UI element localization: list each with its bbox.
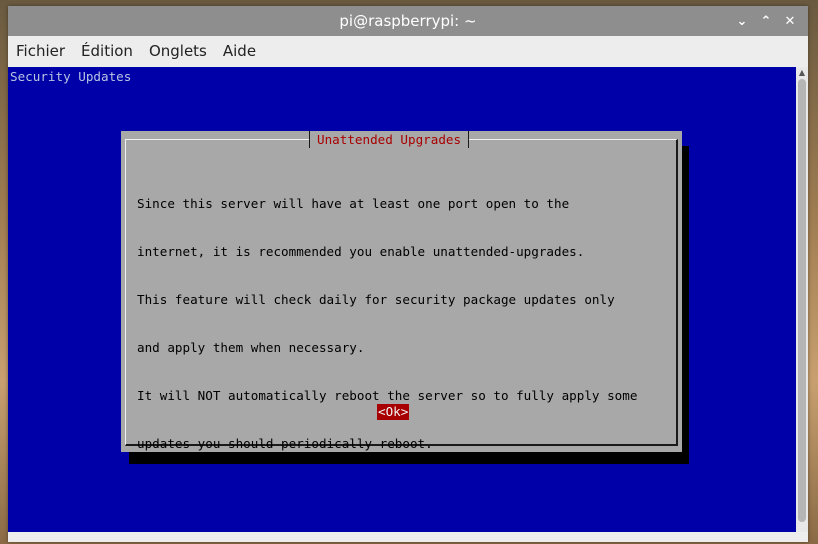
backtitle: Security Updates <box>10 69 132 84</box>
scrollbar[interactable]: ▲ <box>796 67 808 532</box>
menu-bar: Fichier Édition Onglets Aide <box>8 36 808 66</box>
maximize-button[interactable]: ⌃ <box>754 6 778 36</box>
scroll-up-arrow-icon[interactable]: ▲ <box>798 69 806 77</box>
dialog-message: Since this server will have at least one… <box>137 164 677 484</box>
unattended-upgrades-dialog: Unattended Upgrades Since this server wi… <box>121 131 682 452</box>
scroll-thumb[interactable] <box>798 79 806 522</box>
menu-onglets[interactable]: Onglets <box>141 36 215 66</box>
title-bar[interactable]: pi@raspberrypi: ~ ⌄ ⌃ ✕ <box>8 6 808 36</box>
message-line: and apply them when necessary. <box>137 340 365 355</box>
minimize-button[interactable]: ⌄ <box>730 6 754 36</box>
window-controls: ⌄ ⌃ ✕ <box>730 6 802 36</box>
message-line: internet, it is recommended you enable u… <box>137 244 585 259</box>
message-line: This feature will check daily for securi… <box>137 292 615 307</box>
message-line: Since this server will have at least one… <box>137 196 570 211</box>
close-icon: ✕ <box>784 13 796 29</box>
message-line: updates you should periodically reboot. <box>137 436 433 451</box>
menu-edition[interactable]: Édition <box>73 36 141 66</box>
window-title: pi@raspberrypi: ~ <box>339 12 477 30</box>
terminal-window: pi@raspberrypi: ~ ⌄ ⌃ ✕ Fichier Édition … <box>8 6 808 542</box>
menu-fichier[interactable]: Fichier <box>8 36 73 66</box>
chevron-up-icon: ⌃ <box>760 13 772 29</box>
message-line: It will NOT automatically reboot the ser… <box>137 388 638 403</box>
menu-aide[interactable]: Aide <box>215 36 264 66</box>
dialog-title: Unattended Upgrades <box>309 131 470 148</box>
close-button[interactable]: ✕ <box>778 6 802 36</box>
ok-button[interactable]: <Ok> <box>377 404 410 420</box>
chevron-down-icon: ⌄ <box>736 13 748 29</box>
terminal-area[interactable]: Security Updates Unattended Upgrades Sin… <box>8 67 796 532</box>
